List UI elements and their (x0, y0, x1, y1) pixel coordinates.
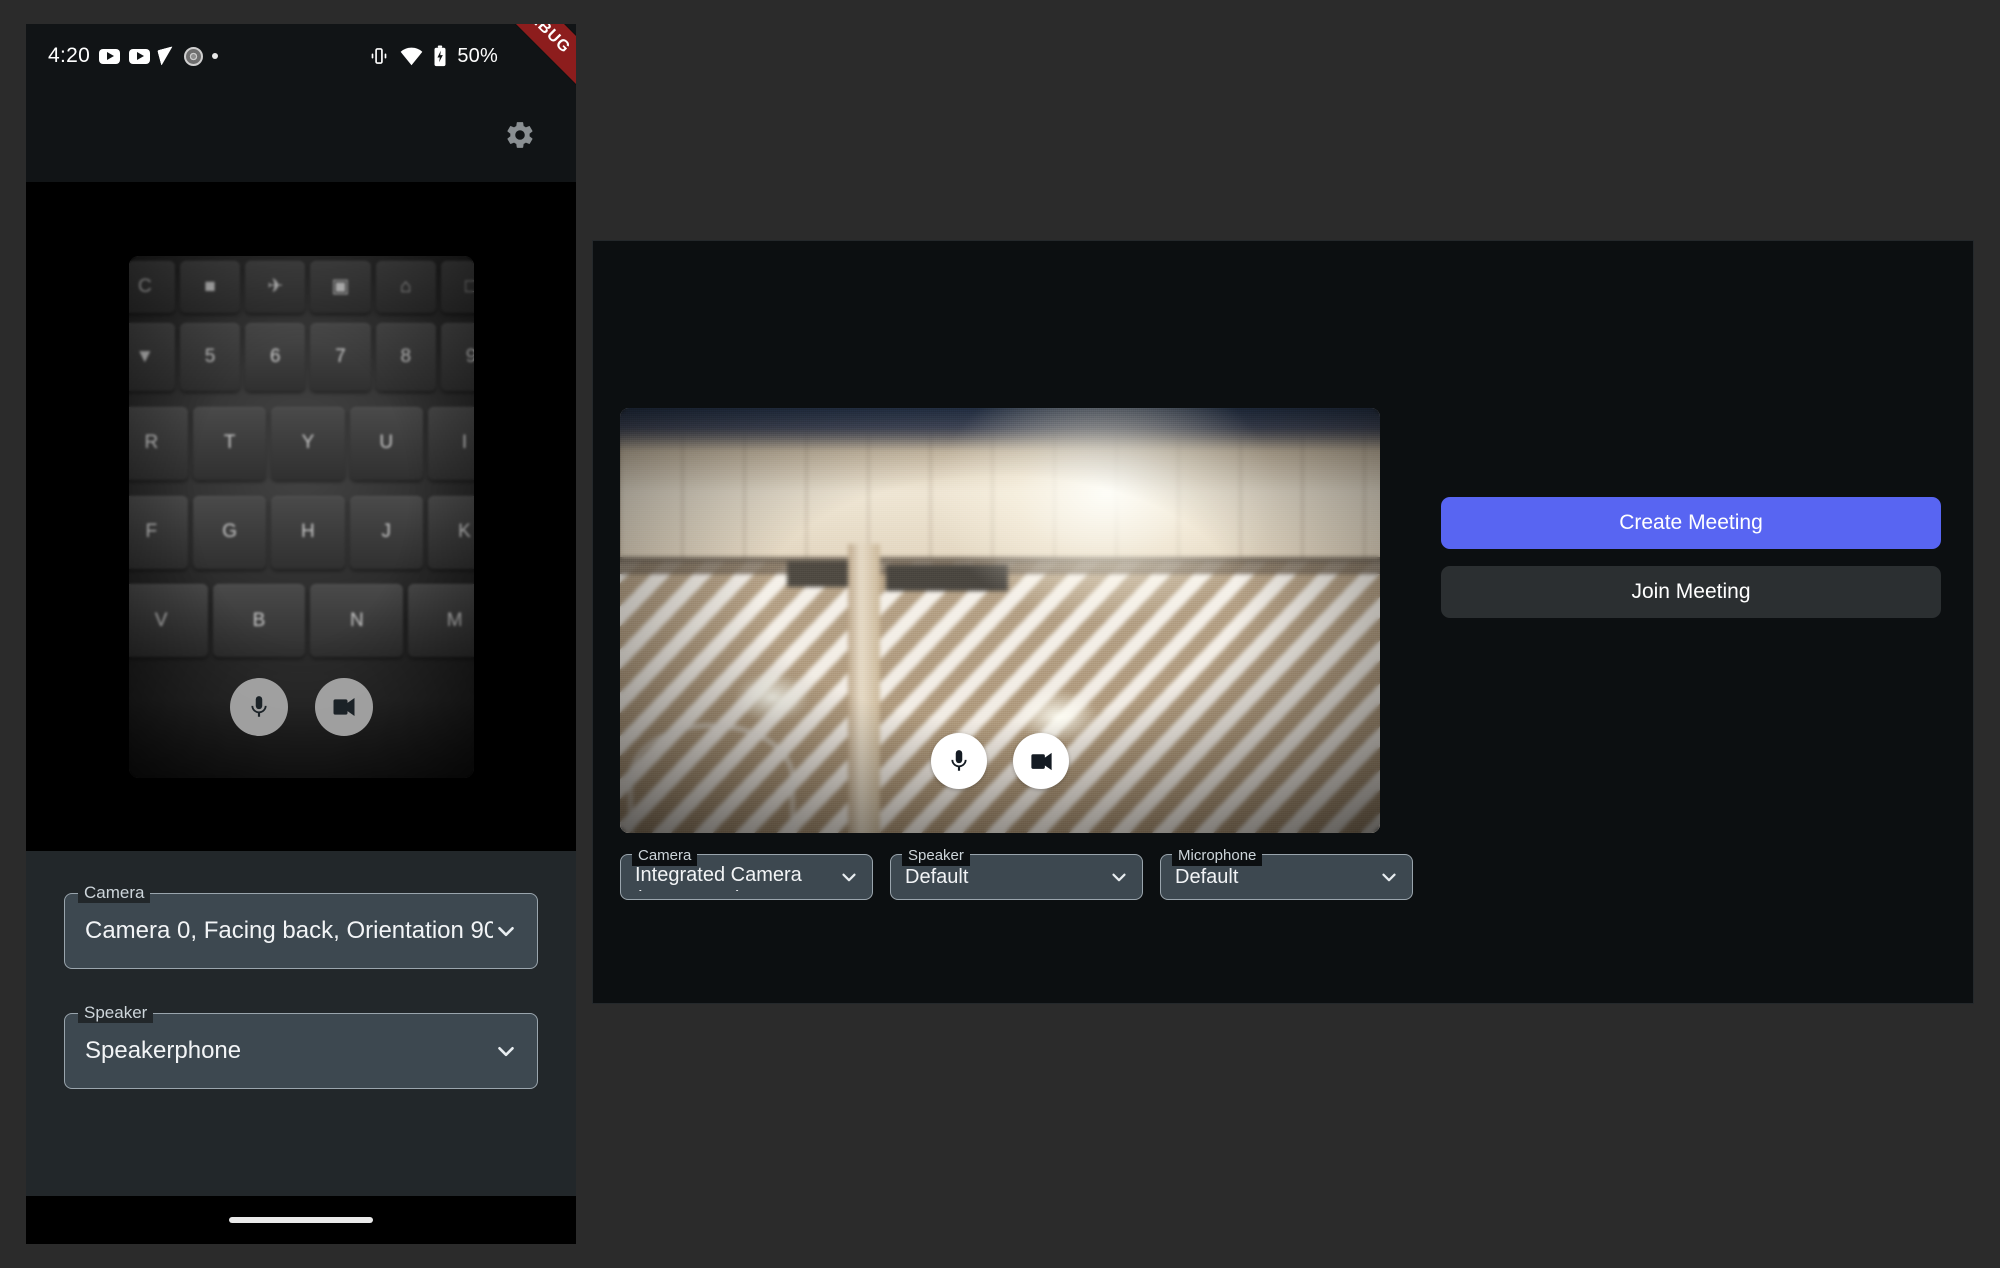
phone-speaker-select-value: Speakerphone (85, 1037, 242, 1064)
web-app-content: Camera Integrated Camera (5986:118F) Spe… (593, 241, 1973, 1003)
videocam-icon (1030, 752, 1052, 770)
create-meeting-button[interactable]: Create Meeting (1441, 497, 1941, 549)
phone-emulator-panel: 4:20 50% DEBUG Camera Camera 0, Facing b… (26, 24, 576, 1244)
web-preview-controls (620, 733, 1380, 789)
microphone-icon (250, 695, 267, 717)
phone-speaker-select[interactable]: Speaker Speakerphone (64, 1003, 538, 1089)
web-app-panel: Camera Integrated Camera (5986:118F) Spe… (592, 240, 1974, 1004)
status-bar-clock: 4:20 (48, 44, 91, 67)
microphone-toggle-button[interactable] (931, 733, 987, 789)
status-bar-right-group: 50% (368, 45, 554, 68)
videocam-icon (333, 697, 354, 716)
battery-percent-label: 50% (457, 44, 498, 67)
camera-toggle-button[interactable] (314, 677, 373, 736)
android-gesture-nav-bar (26, 1196, 576, 1244)
phone-preview-controls (129, 677, 474, 736)
home-gesture-pill[interactable] (229, 1217, 373, 1223)
phone-camera-preview: C ■ ✈ ▣ ⌂ □ ▼ 5 6 7 8 (128, 255, 474, 778)
web-speaker-select[interactable]: Speaker Default (890, 846, 1143, 900)
web-microphone-select-value: Default (1175, 866, 1239, 888)
web-camera-select-label: Camera (632, 846, 698, 866)
status-bar-left-group: 4:20 (48, 44, 219, 68)
youtube-icon (129, 48, 151, 64)
web-speaker-select-label: Speaker (902, 846, 970, 866)
screen-root: 4:20 50% DEBUG Camera Camera 0, Facing b… (0, 0, 2000, 1268)
web-camera-preview (620, 408, 1380, 833)
web-speaker-select-value: Default (905, 866, 969, 888)
web-microphone-select[interactable]: Microphone Default (1160, 846, 1413, 900)
web-device-selects: Camera Integrated Camera (5986:118F) Spe… (620, 846, 1413, 900)
phone-speaker-select-label: Speaker (78, 1003, 154, 1023)
disc-icon (184, 46, 204, 66)
battery-charging-icon (434, 45, 446, 67)
phone-camera-select-label: Camera (78, 883, 151, 903)
web-preview-wrapper (620, 408, 1380, 833)
web-camera-select-value: Integrated Camera (5986:118F) (635, 864, 802, 891)
chevron-down-icon (1108, 866, 1130, 888)
chevron-down-icon (493, 1038, 519, 1064)
dot-icon (212, 53, 219, 59)
camera-toggle-button[interactable] (1013, 733, 1069, 789)
vibrate-icon (372, 48, 387, 64)
web-camera-select[interactable]: Camera Integrated Camera (5986:118F) (620, 846, 873, 900)
chevron-down-icon (493, 918, 519, 944)
web-action-buttons: Create Meeting Join Meeting (1441, 497, 1941, 618)
android-status-bar: 4:20 50% DEBUG (26, 24, 576, 95)
phone-camera-preview-area: C ■ ✈ ▣ ⌂ □ ▼ 5 6 7 8 (26, 182, 576, 851)
chevron-down-icon (838, 866, 860, 888)
gear-icon-glyph (507, 122, 533, 148)
gear-icon[interactable] (496, 111, 544, 159)
web-microphone-select-label: Microphone (1172, 846, 1263, 866)
phone-camera-select-value: Camera 0, Facing back, Orientation 90 (85, 917, 493, 944)
chevron-down-icon (1378, 866, 1400, 888)
join-meeting-button[interactable]: Join Meeting (1441, 566, 1941, 618)
phone-camera-select[interactable]: Camera Camera 0, Facing back, Orientatio… (64, 883, 538, 969)
youtube-icon (99, 48, 121, 64)
phone-app-bar (26, 88, 576, 182)
microphone-icon (951, 750, 967, 771)
microphone-toggle-button[interactable] (229, 677, 288, 736)
navigation-icon (157, 46, 177, 66)
wifi-icon (401, 47, 423, 65)
phone-device-controls: Camera Camera 0, Facing back, Orientatio… (26, 851, 576, 1196)
